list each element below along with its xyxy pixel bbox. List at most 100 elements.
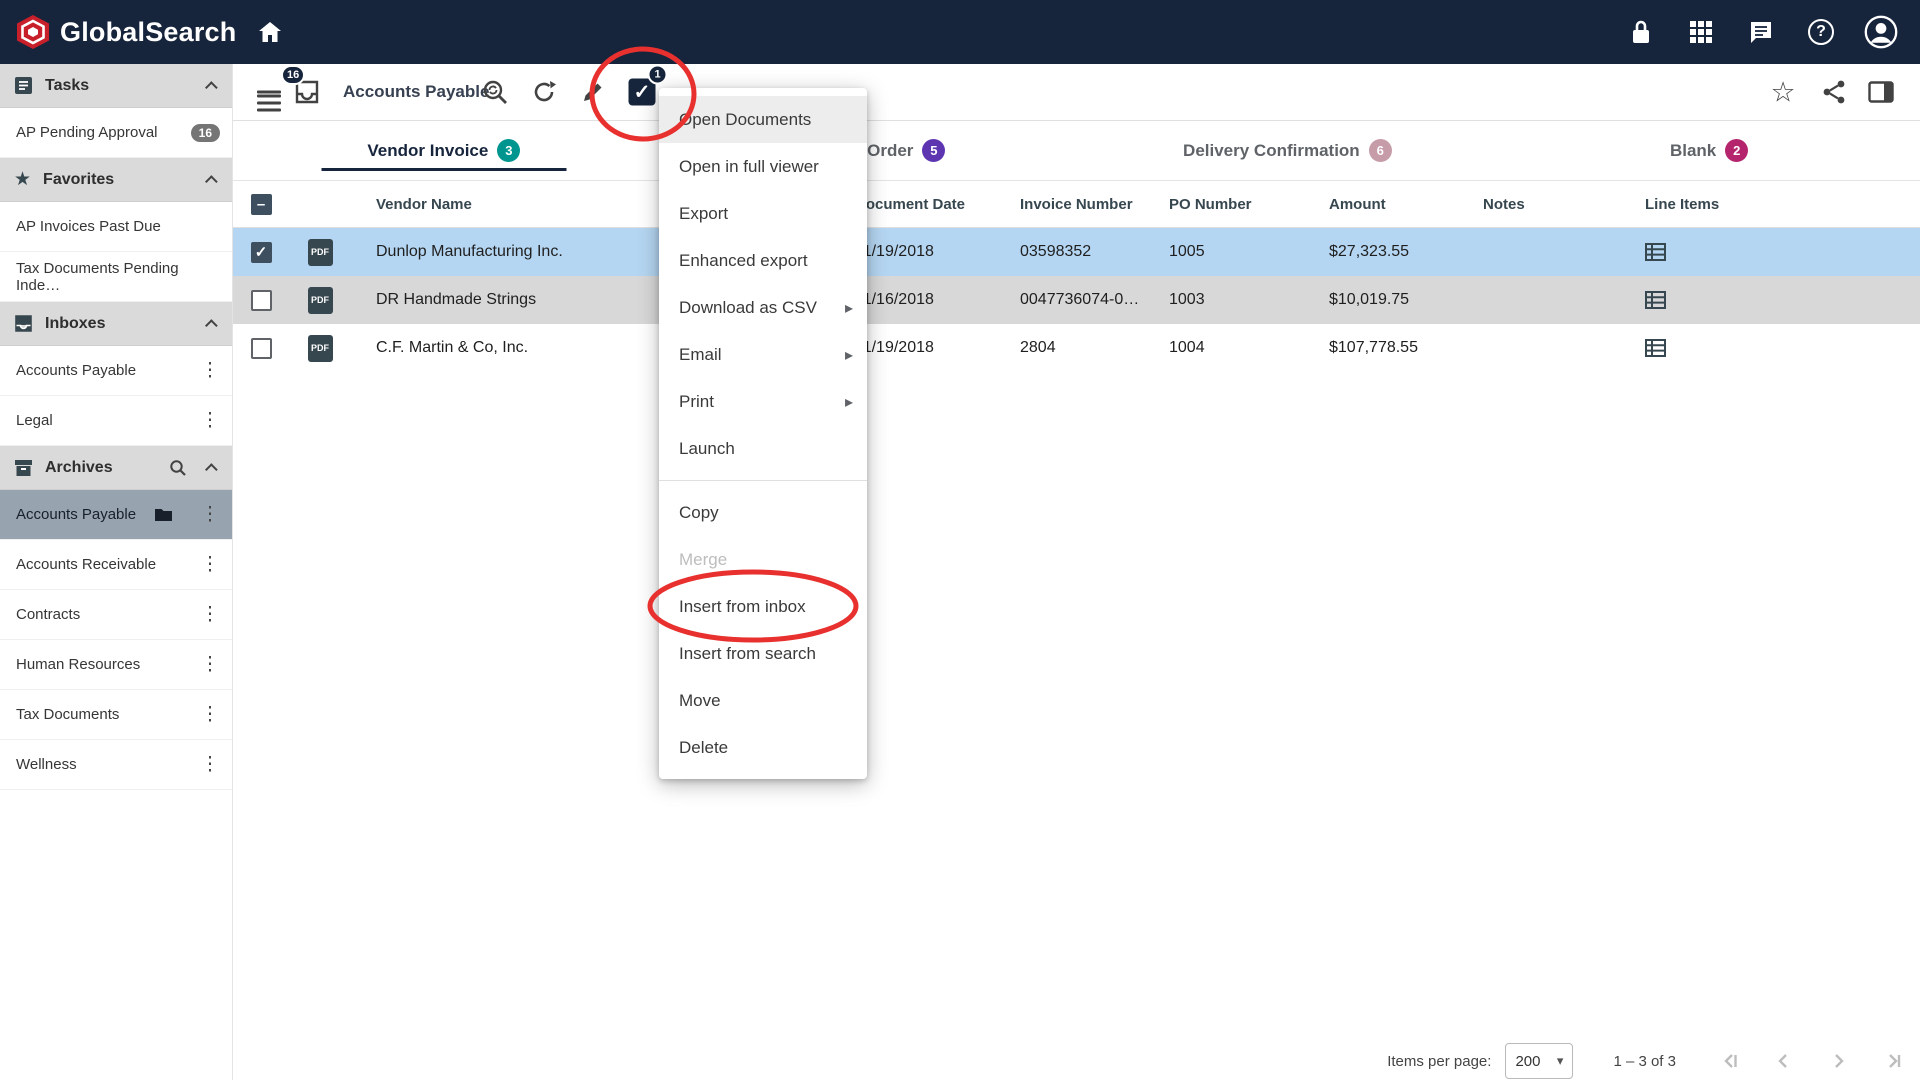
dropdown-arrow-icon: ▾ — [1557, 1053, 1564, 1069]
menu-item-enhanced-export[interactable]: Enhanced export — [659, 237, 867, 284]
sidebar-item-archive-wellness[interactable]: Wellness ⋮ — [0, 740, 232, 790]
document-type-tabs: Vendor Invoice 3 Purchase Order 5 Delive… — [233, 121, 1920, 181]
kebab-menu-icon[interactable]: ⋮ — [200, 409, 220, 432]
kebab-menu-icon[interactable]: ⋮ — [200, 753, 220, 776]
menu-toggle-button[interactable] — [257, 87, 281, 98]
account-button[interactable] — [1864, 15, 1898, 49]
table-row[interactable]: PDF C.F. Martin & Co, Inc. 11/19/2018 28… — [233, 324, 1920, 372]
share-button[interactable] — [1822, 79, 1846, 105]
section-label: Inboxes — [45, 315, 105, 333]
tab-delivery-confirmation[interactable]: Delivery Confirmation 6 — [1077, 121, 1499, 180]
col-invoice-number[interactable]: Invoice Number — [995, 196, 1144, 213]
sidebar-item-ap-invoices-past-due[interactable]: AP Invoices Past Due — [0, 202, 232, 252]
sidebar-section-tasks[interactable]: Tasks — [0, 64, 232, 108]
app-logo: GlobalSearch — [0, 13, 236, 51]
menu-item-print[interactable]: Print ▸ — [659, 378, 867, 425]
lock-button[interactable] — [1624, 15, 1658, 49]
sidebar-item-archive-contracts[interactable]: Contracts ⋮ — [0, 590, 232, 640]
col-notes[interactable]: Notes — [1458, 196, 1620, 213]
kebab-menu-icon[interactable]: ⋮ — [200, 653, 220, 676]
apps-button[interactable] — [1684, 15, 1718, 49]
panel-view-button[interactable] — [1868, 81, 1894, 103]
menu-item-insert-from-inbox[interactable]: Insert from inbox — [659, 583, 867, 630]
items-per-page-select[interactable]: 200 ▾ — [1505, 1043, 1573, 1079]
sidebar-section-inboxes[interactable]: Inboxes — [0, 302, 232, 346]
col-line-items[interactable]: Line Items — [1620, 196, 1920, 213]
sidebar-item-archive-accounts-receivable[interactable]: Accounts Receivable ⋮ — [0, 540, 232, 590]
inbox-indicator-button[interactable]: 16 — [293, 79, 321, 105]
sidebar-item-inbox-legal[interactable]: Legal ⋮ — [0, 396, 232, 446]
item-label: Accounts Payable — [16, 362, 192, 379]
col-amount[interactable]: Amount — [1304, 196, 1458, 213]
kebab-menu-icon[interactable]: ⋮ — [200, 503, 220, 526]
sidebar-item-archive-human-resources[interactable]: Human Resources ⋮ — [0, 640, 232, 690]
refresh-button[interactable] — [531, 79, 557, 105]
chevron-up-icon[interactable] — [205, 175, 218, 188]
table-header: – Vendor Name Document Date Invoice Numb… — [233, 181, 1920, 228]
menu-item-launch[interactable]: Launch — [659, 425, 867, 472]
menu-item-move[interactable]: Move — [659, 677, 867, 724]
sidebar-section-favorites[interactable]: ★ Favorites — [0, 158, 232, 202]
menu-item-download-as-csv[interactable]: Download as CSV ▸ — [659, 284, 867, 331]
col-po-number[interactable]: PO Number — [1144, 196, 1304, 213]
cell-po: 1003 — [1144, 291, 1304, 309]
document-context-menu: Open Documents Open in full viewer Expor… — [659, 88, 867, 779]
menu-item-open-documents[interactable]: Open Documents — [659, 96, 867, 143]
row-checkbox[interactable]: ✓ — [251, 242, 272, 263]
chevron-up-icon[interactable] — [205, 81, 218, 94]
kebab-menu-icon[interactable]: ⋮ — [200, 603, 220, 626]
table-row[interactable]: PDF DR Handmade Strings 11/16/2018 00477… — [233, 276, 1920, 324]
section-label: Favorites — [43, 171, 114, 189]
sidebar-item-tax-documents-pending[interactable]: Tax Documents Pending Inde… — [0, 252, 232, 302]
kebab-menu-icon[interactable]: ⋮ — [200, 359, 220, 382]
item-label: Accounts Payable — [16, 506, 136, 523]
star-icon: ★ — [14, 170, 31, 189]
menu-item-email[interactable]: Email ▸ — [659, 331, 867, 378]
archive-title: Accounts Payable — [343, 82, 489, 102]
account-avatar-icon — [1864, 13, 1898, 51]
sidebar-item-archive-accounts-payable[interactable]: Accounts Payable ⋮ — [0, 490, 232, 540]
pagination-bar: Items per page: 200 ▾ 1 – 3 of 3 — [1387, 1031, 1906, 1091]
last-page-button[interactable] — [1878, 1047, 1906, 1075]
line-items-icon[interactable] — [1645, 291, 1666, 309]
share-icon — [1822, 79, 1846, 105]
selection-button[interactable]: ✓ 1 — [629, 79, 656, 106]
next-page-button[interactable] — [1824, 1047, 1852, 1075]
refresh-search-button[interactable] — [482, 79, 510, 105]
menu-item-insert-from-search[interactable]: Insert from search — [659, 630, 867, 677]
select-all-checkbox[interactable]: – — [251, 194, 272, 215]
tab-blank[interactable]: Blank 2 — [1498, 121, 1920, 180]
item-label: AP Invoices Past Due — [16, 218, 220, 235]
tab-vendor-invoice[interactable]: Vendor Invoice 3 — [233, 121, 655, 180]
help-button[interactable]: ? — [1804, 15, 1838, 49]
line-items-icon[interactable] — [1645, 243, 1666, 261]
kebab-menu-icon[interactable]: ⋮ — [200, 703, 220, 726]
menu-item-export[interactable]: Export — [659, 190, 867, 237]
previous-page-button[interactable] — [1770, 1047, 1798, 1075]
favorite-button[interactable]: ☆ — [1770, 76, 1795, 109]
section-label: Archives — [45, 459, 113, 477]
kebab-menu-icon[interactable]: ⋮ — [200, 553, 220, 576]
menu-item-copy[interactable]: Copy — [659, 489, 867, 536]
row-checkbox[interactable] — [251, 338, 272, 359]
sidebar-item-archive-tax-documents[interactable]: Tax Documents ⋮ — [0, 690, 232, 740]
sidebar-section-archives[interactable]: Archives — [0, 446, 232, 490]
table-row[interactable]: ✓ PDF Dunlop Manufacturing Inc. 11/19/20… — [233, 228, 1920, 276]
chevron-up-icon[interactable] — [205, 319, 218, 332]
chevron-up-icon[interactable] — [205, 463, 218, 476]
menu-item-open-in-full-viewer[interactable]: Open in full viewer — [659, 143, 867, 190]
submenu-arrow-icon: ▸ — [845, 392, 853, 412]
first-page-button[interactable] — [1716, 1047, 1744, 1075]
sidebar-item-ap-pending-approval[interactable]: AP Pending Approval 16 — [0, 108, 232, 158]
menu-divider — [659, 480, 867, 481]
line-items-icon[interactable] — [1645, 339, 1666, 357]
home-button[interactable] — [252, 14, 288, 50]
menu-item-delete[interactable]: Delete — [659, 724, 867, 771]
row-checkbox[interactable] — [251, 290, 272, 311]
edit-button[interactable] — [581, 80, 605, 104]
search-icon[interactable] — [169, 459, 187, 477]
apps-grid-icon — [1688, 19, 1714, 45]
sidebar-item-inbox-accounts-payable[interactable]: Accounts Payable ⋮ — [0, 346, 232, 396]
cell-invoice: 2804 — [995, 339, 1144, 357]
chat-button[interactable] — [1744, 15, 1778, 49]
